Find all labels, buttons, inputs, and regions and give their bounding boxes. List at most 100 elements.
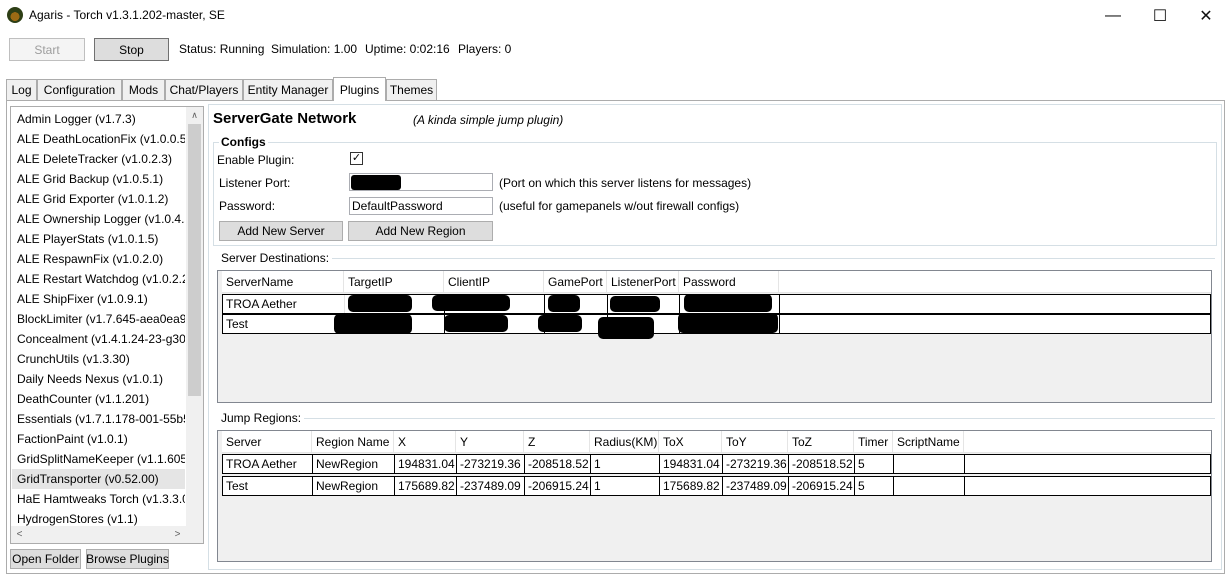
table-cell[interactable]: 175689.82 xyxy=(395,477,457,495)
plugin-list-item[interactable]: ALE ShipFixer (v1.0.9.1) xyxy=(12,289,185,309)
plugin-list-item[interactable]: ALE DeathLocationFix (v1.0.0.5) xyxy=(12,129,185,149)
tab-plugins[interactable]: Plugins xyxy=(333,77,386,101)
add-new-server-button[interactable]: Add New Server xyxy=(219,221,343,241)
column-header[interactable]: Radius(KM) xyxy=(590,431,659,453)
table-cell[interactable]: 1 xyxy=(591,477,660,495)
table-cell[interactable]: -206915.24 xyxy=(525,477,591,495)
open-folder-button[interactable]: Open Folder xyxy=(10,549,81,569)
browse-plugins-button[interactable]: Browse Plugins xyxy=(86,549,169,569)
tab-log[interactable]: Log xyxy=(6,79,37,100)
minimize-icon[interactable]: — xyxy=(1090,0,1136,31)
table-cell[interactable]: NewRegion xyxy=(313,455,395,473)
plugin-list-item[interactable]: Daily Needs Nexus (v1.0.1) xyxy=(12,369,185,389)
table-cell[interactable]: -273219.36 xyxy=(723,455,789,473)
plugin-list-item[interactable]: ALE Grid Exporter (v1.0.1.2) xyxy=(12,189,185,209)
column-header[interactable]: Z xyxy=(524,431,590,453)
table-cell[interactable]: Test xyxy=(223,477,313,495)
table-cell[interactable]: NewRegion xyxy=(313,477,395,495)
close-icon[interactable]: ✕ xyxy=(1183,0,1229,31)
table-cell[interactable]: Test xyxy=(223,315,345,333)
table-cell[interactable]: TROA Aether xyxy=(223,455,313,473)
scroll-left-icon[interactable]: < xyxy=(11,526,28,543)
tab-entity-manager[interactable]: Entity Manager xyxy=(243,79,333,100)
grid-header: Server Region Name X Y Z Radius(KM) ToX … xyxy=(222,431,1211,453)
table-cell[interactable]: 5 xyxy=(855,477,894,495)
status-text: Status: Running xyxy=(179,42,265,56)
plugin-list-item[interactable]: GridSplitNameKeeper (v1.1.605- xyxy=(12,449,185,469)
plugin-list-item[interactable]: ALE PlayerStats (v1.0.1.5) xyxy=(12,229,185,249)
redaction-mark xyxy=(348,295,412,312)
table-cell[interactable] xyxy=(894,477,965,495)
table-cell[interactable]: -208518.52 xyxy=(525,455,591,473)
enable-plugin-checkbox[interactable]: ✓ xyxy=(350,152,363,165)
column-header[interactable]: Server xyxy=(222,431,312,453)
column-header[interactable]: ToY xyxy=(722,431,788,453)
stop-button[interactable]: Stop xyxy=(94,38,169,61)
column-header[interactable]: ToX xyxy=(659,431,722,453)
plugin-list-item[interactable]: DeathCounter (v1.1.201) xyxy=(12,389,185,409)
table-cell[interactable]: 1 xyxy=(591,455,660,473)
plugin-list-item[interactable]: ALE RespawnFix (v1.0.2.0) xyxy=(12,249,185,269)
plugin-list-item[interactable]: Admin Logger (v1.7.3) xyxy=(12,109,185,129)
table-cell[interactable]: 5 xyxy=(855,455,894,473)
maximize-icon[interactable]: ☐ xyxy=(1137,0,1183,31)
table-cell[interactable]: 175689.82 xyxy=(660,477,723,495)
table-cell[interactable]: 194831.04 xyxy=(660,455,723,473)
table-cell[interactable]: TROA Aether xyxy=(223,295,345,313)
column-header[interactable]: Y xyxy=(456,431,524,453)
plugin-list[interactable]: Admin Logger (v1.7.3) ALE DeathLocationF… xyxy=(10,106,204,544)
tab-mods[interactable]: Mods xyxy=(122,79,165,100)
table-row[interactable]: TROA Aether NewRegion 194831.04 -273219.… xyxy=(222,454,1211,474)
horizontal-scrollbar[interactable]: < > xyxy=(11,526,186,543)
column-header[interactable]: ServerName xyxy=(222,271,344,293)
server-destinations-grid[interactable]: ServerName TargetIP ClientIP GamePort Li… xyxy=(217,270,1212,403)
checkmark-icon: ✓ xyxy=(351,152,362,164)
table-cell[interactable]: -206915.24 xyxy=(789,477,855,495)
add-new-region-button[interactable]: Add New Region xyxy=(348,221,493,241)
column-header[interactable]: ScriptName xyxy=(893,431,964,453)
jump-regions-grid[interactable]: Server Region Name X Y Z Radius(KM) ToX … xyxy=(217,430,1212,562)
plugin-list-item[interactable]: ALE DeleteTracker (v1.0.2.3) xyxy=(12,149,185,169)
column-header[interactable]: ClientIP xyxy=(444,271,544,293)
redaction-mark xyxy=(678,313,778,333)
destinations-separator xyxy=(222,258,1215,259)
plugin-list-item[interactable]: CrunchUtils (v1.3.30) xyxy=(12,349,185,369)
column-header[interactable]: GamePort xyxy=(544,271,607,293)
tab-themes[interactable]: Themes xyxy=(386,79,437,100)
table-cell[interactable]: -208518.52 xyxy=(789,455,855,473)
table-cell[interactable]: 194831.04 xyxy=(395,455,457,473)
column-header[interactable]: Password xyxy=(679,271,779,293)
regions-separator xyxy=(222,418,1215,419)
column-header[interactable]: Timer xyxy=(854,431,893,453)
start-button[interactable]: Start xyxy=(9,38,85,61)
plugin-list-item[interactable]: FactionPaint (v1.0.1) xyxy=(12,429,185,449)
plugin-list-item-selected[interactable]: GridTransporter (v0.52.00) xyxy=(12,469,185,489)
scroll-thumb[interactable] xyxy=(188,124,201,396)
destinations-caption: Server Destinations: xyxy=(221,251,333,265)
table-row[interactable]: Test NewRegion 175689.82 -237489.09 -206… xyxy=(222,476,1211,496)
plugin-list-item[interactable]: ALE Ownership Logger (v1.0.4.5) xyxy=(12,209,185,229)
password-input[interactable]: DefaultPassword xyxy=(349,197,493,215)
column-header[interactable]: Region Name xyxy=(312,431,394,453)
tab-chat-players[interactable]: Chat/Players xyxy=(165,79,243,100)
table-cell[interactable]: -237489.09 xyxy=(723,477,789,495)
column-header[interactable]: X xyxy=(394,431,456,453)
plugin-list-item[interactable]: HydrogenStores (v1.1) xyxy=(12,509,185,526)
column-header[interactable]: TargetIP xyxy=(344,271,444,293)
plugin-list-item[interactable]: BlockLimiter (v1.7.645-aea0ea9a xyxy=(12,309,185,329)
plugin-list-item[interactable]: ALE Grid Backup (v1.0.5.1) xyxy=(12,169,185,189)
plugin-list-item[interactable]: Concealment (v1.4.1.24-23-g304 xyxy=(12,329,185,349)
table-cell[interactable]: -237489.09 xyxy=(457,477,525,495)
plugin-list-item[interactable]: HaE Hamtweaks Torch (v1.3.3.0) xyxy=(12,489,185,509)
column-header[interactable]: ToZ xyxy=(788,431,854,453)
redaction-mark xyxy=(334,314,412,334)
plugin-list-item[interactable]: ALE Restart Watchdog (v1.0.2.2) xyxy=(12,269,185,289)
scroll-right-icon[interactable]: > xyxy=(169,526,186,543)
plugin-list-item[interactable]: Essentials (v1.7.1.178-001-55b53 xyxy=(12,409,185,429)
scroll-up-icon[interactable]: ∧ xyxy=(186,107,203,124)
tab-configuration[interactable]: Configuration xyxy=(37,79,122,100)
table-cell[interactable]: -273219.36 xyxy=(457,455,525,473)
vertical-scrollbar[interactable]: ∧ xyxy=(186,107,203,526)
table-cell[interactable] xyxy=(894,455,965,473)
column-header[interactable]: ListenerPort xyxy=(607,271,679,293)
